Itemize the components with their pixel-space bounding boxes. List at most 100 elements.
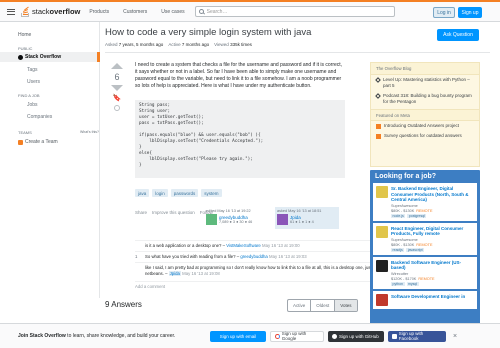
login-button[interactable]: Log in <box>433 7 455 18</box>
nav-for-teams[interactable]: Use cases <box>161 9 184 15</box>
comment: is it a web application or a desktop one… <box>135 240 385 251</box>
sidebar-item-jobs[interactable]: Jobs <box>27 102 38 108</box>
job-card[interactable]: Software Development Engineer in <box>373 290 477 309</box>
signup-message: Join Stack Overflow to learn, share know… <box>18 333 176 339</box>
meta-item[interactable]: Survey questions for outdated answers <box>371 131 479 141</box>
blog-item[interactable]: Level Up: Mastering statistics with Pyth… <box>371 75 479 91</box>
jobs-header: Looking for a job? <box>370 170 480 183</box>
code-line: } <box>139 163 142 168</box>
comment-separator: – <box>163 271 169 276</box>
search-placeholder: Search… <box>206 8 228 15</box>
stackoverflow-logo-icon <box>20 6 30 17</box>
question-title[interactable]: How to code a very simple login system w… <box>105 27 425 38</box>
job-title[interactable]: Backend Software Engineer (US-based) <box>391 260 474 271</box>
jobs-title: Looking for a job? <box>375 173 437 180</box>
downvote-arrow-icon[interactable] <box>111 85 123 91</box>
job-remote: REMOTE <box>418 276 435 281</box>
divider <box>105 52 490 53</box>
comment-text: like I said, I am pretty bad at programm… <box>145 265 384 276</box>
code-line: else{ <box>139 151 152 156</box>
ask-question-button[interactable]: Ask Question <box>437 29 479 41</box>
blog-header: The Overflow Blog <box>371 63 479 75</box>
search-input[interactable]: Search… <box>194 6 395 17</box>
job-tag[interactable]: postgresql <box>407 213 427 218</box>
job-card[interactable]: Sr. Backend Engineer, Digital Consumer P… <box>373 183 477 221</box>
job-company: Wirecutter <box>391 271 409 276</box>
vote-cell: 6 🔖 <box>110 63 124 111</box>
add-comment-link[interactable]: Add a comment <box>135 281 385 289</box>
job-tag[interactable]: javascript <box>406 247 425 252</box>
pencil-icon <box>375 93 381 99</box>
tag-system[interactable]: system <box>201 189 222 197</box>
job-tag[interactable]: reactjs <box>391 247 405 252</box>
nav-products[interactable]: Customers <box>123 9 147 15</box>
comment-date[interactable]: May 16 '13 at 19:03 <box>269 254 307 259</box>
job-company: SuperAwesome <box>391 237 418 242</box>
sidebar-item-users[interactable]: Users <box>27 79 40 85</box>
edited-signature: edited May 16 '13 at 19:22 greedybuddha … <box>204 207 268 229</box>
answers-count: 9 Answers <box>105 300 142 309</box>
hamburger-menu-icon[interactable] <box>7 8 15 15</box>
tag-java[interactable]: java <box>135 189 150 197</box>
comment-text: is it a web application or a desktop one… <box>145 243 222 248</box>
sidebar-blog-widget: The Overflow Blog Level Up: Mastering st… <box>370 62 480 167</box>
improve-question-link[interactable]: Improve this question <box>152 210 195 215</box>
signup-github-button[interactable]: Sign up with GitHub <box>328 330 384 342</box>
job-card[interactable]: Backend Software Engineer (US-based) Wir… <box>373 256 477 289</box>
comment-user[interactable]: VistMakeSoftware <box>226 243 261 248</box>
comment: 1 So what have you tried with reading fr… <box>135 251 385 262</box>
create-team-link[interactable]: Create a Team <box>18 139 58 145</box>
stackoverflow-logo[interactable]: stack overflow <box>20 6 80 17</box>
job-salary: $80K - $130K <box>391 208 415 213</box>
whats-this-link[interactable]: What’s this? <box>80 130 99 134</box>
blog-item[interactable]: Podcast 318: Building a bug bounty progr… <box>371 91 479 107</box>
tag-passwords[interactable]: passwords <box>170 189 199 197</box>
comment-user[interactable]: Jpida <box>168 271 181 276</box>
create-team-label: Create a Team <box>25 139 58 145</box>
sidebar-section-find-a-job: FIND A JOB <box>18 93 40 98</box>
job-card[interactable]: React Engineer, Digital Consumer Product… <box>373 222 477 255</box>
sidebar-item-tags[interactable]: Tags <box>27 67 38 73</box>
sidebar-item-companies[interactable]: Companies <box>27 114 52 120</box>
job-tag[interactable]: mysql <box>406 281 419 286</box>
comment-date[interactable]: May 16 '13 at 19:00 <box>262 243 300 248</box>
signup-google-button[interactable]: Sign up with Google <box>270 330 324 342</box>
active-info: Active 7 months ago <box>168 42 210 47</box>
comment-text: So what have you tried with reading from… <box>145 254 236 259</box>
sidebar-item-home[interactable]: Home <box>18 32 31 38</box>
globe-icon <box>18 54 23 60</box>
job-company: SuperAwesome <box>391 203 418 208</box>
share-link[interactable]: Share <box>135 210 147 215</box>
signup-button[interactable]: Sign up <box>458 7 482 18</box>
job-title[interactable]: React Engineer, Digital Consumer Product… <box>391 226 474 237</box>
sort-oldest[interactable]: Oldest <box>310 300 334 311</box>
post-menu: Share Improve this question Follow <box>135 210 213 215</box>
job-tag[interactable]: node.js <box>391 213 406 218</box>
avatar[interactable] <box>206 214 217 225</box>
job-title[interactable]: Sr. Backend Engineer, Digital Consumer P… <box>391 186 474 203</box>
nav-about[interactable]: Products <box>89 9 109 15</box>
code-line: user = txtUser.getText(); <box>139 115 204 120</box>
signup-email-button[interactable]: Sign up with email <box>210 330 266 342</box>
sort-active[interactable]: Active <box>288 300 310 311</box>
job-title[interactable]: Software Development Engineer in <box>391 294 465 300</box>
sidebar-item-stack-overflow[interactable]: Stack Overflow <box>0 52 100 62</box>
job-remote: REMOTE <box>416 208 433 213</box>
avatar[interactable] <box>277 214 288 225</box>
asked-signature: asked May 16 '13 at 18:51 Jpida 61 ● 1 ●… <box>275 207 339 229</box>
question-meta: Asked 7 years, 5 months ago Active 7 mon… <box>105 42 252 47</box>
signup-facebook-button[interactable]: Sign up with Facebook <box>388 330 446 342</box>
history-icon[interactable] <box>114 105 120 111</box>
meta-item[interactable]: Introducing Outdated Answers project <box>371 121 479 131</box>
asked-info: Asked 7 years, 5 months ago <box>105 42 164 47</box>
sort-votes[interactable]: Votes <box>334 300 357 311</box>
comment-date[interactable]: May 16 '13 at 19:08 <box>182 271 220 276</box>
tag-login[interactable]: login <box>152 189 168 197</box>
close-icon[interactable]: × <box>453 333 457 340</box>
logo-text-light: stack <box>32 7 50 16</box>
comment-user[interactable]: greedybuddha <box>240 254 267 259</box>
edited-label[interactable]: edited May 16 '13 at 19:22 <box>206 209 266 213</box>
upvote-arrow-icon[interactable] <box>111 63 123 69</box>
bookmark-icon[interactable]: 🔖 <box>113 94 122 102</box>
job-tag[interactable]: python <box>391 281 405 286</box>
